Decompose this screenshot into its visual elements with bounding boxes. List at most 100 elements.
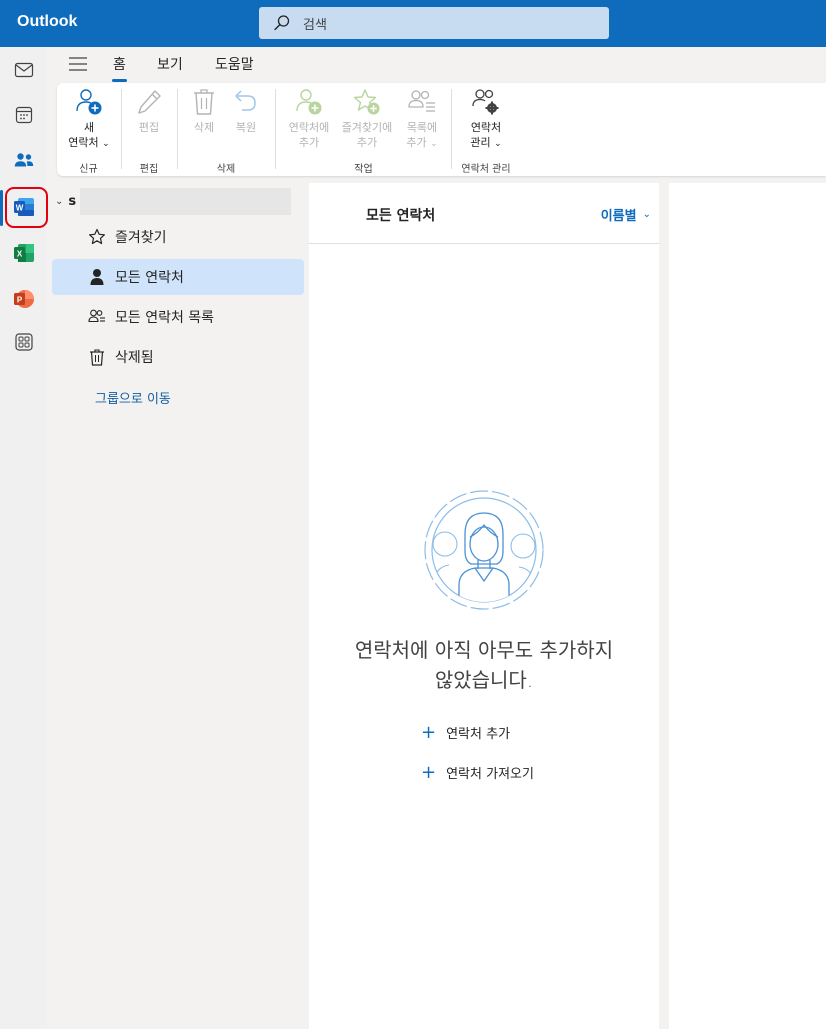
word-icon: W: [14, 198, 34, 216]
tab-help[interactable]: 도움말: [215, 54, 254, 74]
manage-contacts-label-2: 관리: [470, 136, 491, 149]
tab-view[interactable]: 보기: [157, 54, 183, 74]
goto-groups-link[interactable]: 그룹으로 이동: [95, 388, 171, 407]
new-contact-label-2: 연락처: [68, 136, 99, 149]
word-app-button[interactable]: W: [7, 190, 41, 224]
chevron-down-icon: ⌄: [102, 139, 110, 149]
tab-home[interactable]: 홈: [112, 54, 127, 82]
ribbon-group-new: 새 연락처 ⌄ 신규: [57, 83, 120, 176]
manage-contacts-button[interactable]: 연락처 관리 ⌄: [458, 87, 514, 152]
trash-icon: [194, 89, 214, 115]
new-contact-button[interactable]: 새 연락처 ⌄: [61, 87, 117, 152]
hamburger-menu-icon[interactable]: [69, 57, 87, 71]
add-to-list-button[interactable]: 목록에 추가 ⌄: [398, 87, 446, 152]
people-settings-icon: [472, 89, 499, 115]
add-to-favorites-label-1: 즐겨찾기에: [341, 121, 393, 134]
delete-label: 삭제: [193, 121, 215, 134]
folder-item-deleted[interactable]: 삭제됨: [52, 339, 304, 375]
group-name-manage: 연락처 관리: [461, 164, 511, 175]
group-name-edit: 편집: [139, 164, 159, 175]
mail-app-button[interactable]: [7, 53, 41, 87]
apps-grid-icon: [15, 333, 33, 351]
ribbon-group-actions: 연락처에 추가 즐겨찾기에 추가 목록에 추가 ⌄ 작업: [276, 83, 451, 176]
restore-button[interactable]: 복원: [226, 87, 266, 135]
contact-list-pane: 모든 연락처 이름별 ⌄ 연락처에 아직 아무도 추가하지 않았습니다. + 연…: [309, 183, 659, 1029]
app-title[interactable]: Outlook: [17, 13, 77, 31]
add-to-contacts-label-1: 연락처에: [288, 121, 330, 134]
add-to-list-label-2: 추가: [406, 136, 427, 149]
search-input[interactable]: 검색: [303, 14, 327, 33]
calendar-icon: [15, 106, 33, 124]
account-name-redacted: [80, 188, 291, 215]
manage-contacts-label-1: 연락처: [470, 121, 502, 134]
undo-icon: [235, 90, 256, 111]
folder-label: 모든 연락처 목록: [115, 310, 215, 326]
add-contact-button[interactable]: + 연락처 추가: [421, 723, 510, 742]
calendar-app-button[interactable]: [7, 98, 41, 132]
delete-button[interactable]: 삭제: [184, 87, 224, 135]
excel-app-button[interactable]: X: [7, 236, 41, 270]
chevron-down-icon: ⌄: [642, 209, 651, 220]
plus-icon: +: [421, 721, 437, 743]
import-contacts-button[interactable]: + 연락처 가져오기: [421, 763, 534, 782]
empty-contacts-illustration: [424, 490, 544, 610]
add-to-favorites-label-2: 추가: [356, 136, 378, 149]
add-contact-label: 연락처 추가: [446, 727, 511, 742]
add-person-icon: [76, 89, 102, 115]
active-indicator: [0, 190, 3, 226]
ribbon-tabs: 홈 보기 도움말: [57, 47, 826, 83]
group-name-actions: 작업: [354, 164, 373, 175]
add-to-list-label-1: 목록에: [406, 121, 438, 134]
sort-dropdown[interactable]: 이름별 ⌄: [601, 205, 651, 224]
people-icon: [14, 153, 34, 167]
pencil-icon: [138, 90, 161, 114]
new-contact-label-1: 새: [83, 121, 95, 134]
list-title: 모든 연락처: [366, 208, 436, 224]
search-box[interactable]: 검색: [259, 7, 609, 39]
plus-icon: +: [421, 761, 437, 783]
edit-label: 편집: [138, 121, 160, 134]
add-to-favorites-button[interactable]: 즐겨찾기에 추가: [336, 87, 398, 150]
folder-item-all-contacts[interactable]: 모든 연락처: [52, 259, 304, 295]
folder-item-all-contact-lists[interactable]: 모든 연락처 목록: [52, 299, 304, 335]
account-initial: s: [68, 194, 77, 209]
mail-icon: [14, 62, 34, 78]
chevron-down-icon: ⌄: [494, 139, 502, 149]
excel-icon: X: [14, 244, 34, 262]
account-header[interactable]: ⌄ s: [52, 188, 291, 215]
ribbon: 새 연락처 ⌄ 신규 편집 편집 삭제 복원 삭제 연락처에 추가 즐겨찾기에 …: [57, 83, 826, 176]
edit-button[interactable]: 편집: [126, 87, 172, 135]
trash-icon: [88, 348, 106, 366]
restore-label: 복원: [235, 121, 257, 134]
top-header: Outlook 검색: [0, 0, 826, 47]
chevron-down-icon: ⌄: [430, 139, 438, 149]
folder-label: 즐겨찾기: [115, 230, 167, 246]
app-rail: W X P: [0, 47, 48, 1029]
add-person-icon: [296, 89, 322, 115]
folder-label: 모든 연락처: [115, 270, 184, 286]
folder-item-favorites[interactable]: 즐겨찾기: [52, 219, 304, 255]
people-list-icon: [408, 90, 435, 112]
empty-message-line-2: 않았습니다.: [434, 668, 534, 692]
people-app-button[interactable]: [7, 143, 41, 177]
star-add-icon: [353, 89, 380, 115]
folder-label: 삭제됨: [115, 350, 154, 366]
ribbon-group-manage: 연락처 관리 ⌄ 연락처 관리: [452, 83, 520, 176]
group-name-delete: 삭제: [216, 164, 236, 175]
add-to-contacts-button[interactable]: 연락처에 추가: [282, 87, 336, 150]
more-apps-button[interactable]: [7, 325, 41, 359]
chevron-down-icon: ⌄: [55, 196, 64, 207]
group-name-new: 신규: [79, 164, 98, 175]
person-icon: [88, 268, 106, 286]
powerpoint-icon: P: [14, 290, 34, 308]
folder-pane: ⌄ s 즐겨찾기 모든 연락처 모든 연락처 목록 삭제됨 그룹으로 이동: [47, 183, 309, 1029]
list-header: 모든 연락처 이름별 ⌄: [309, 183, 659, 244]
search-icon: [274, 15, 290, 31]
empty-message-line-1: 연락처에 아직 아무도 추가하지: [354, 638, 614, 662]
add-to-contacts-label-2: 추가: [298, 136, 320, 149]
star-icon: [88, 228, 106, 246]
svg-text:P: P: [17, 296, 23, 305]
powerpoint-app-button[interactable]: P: [7, 282, 41, 316]
ribbon-group-edit: 편집 편집: [122, 83, 176, 176]
svg-text:X: X: [17, 250, 23, 259]
